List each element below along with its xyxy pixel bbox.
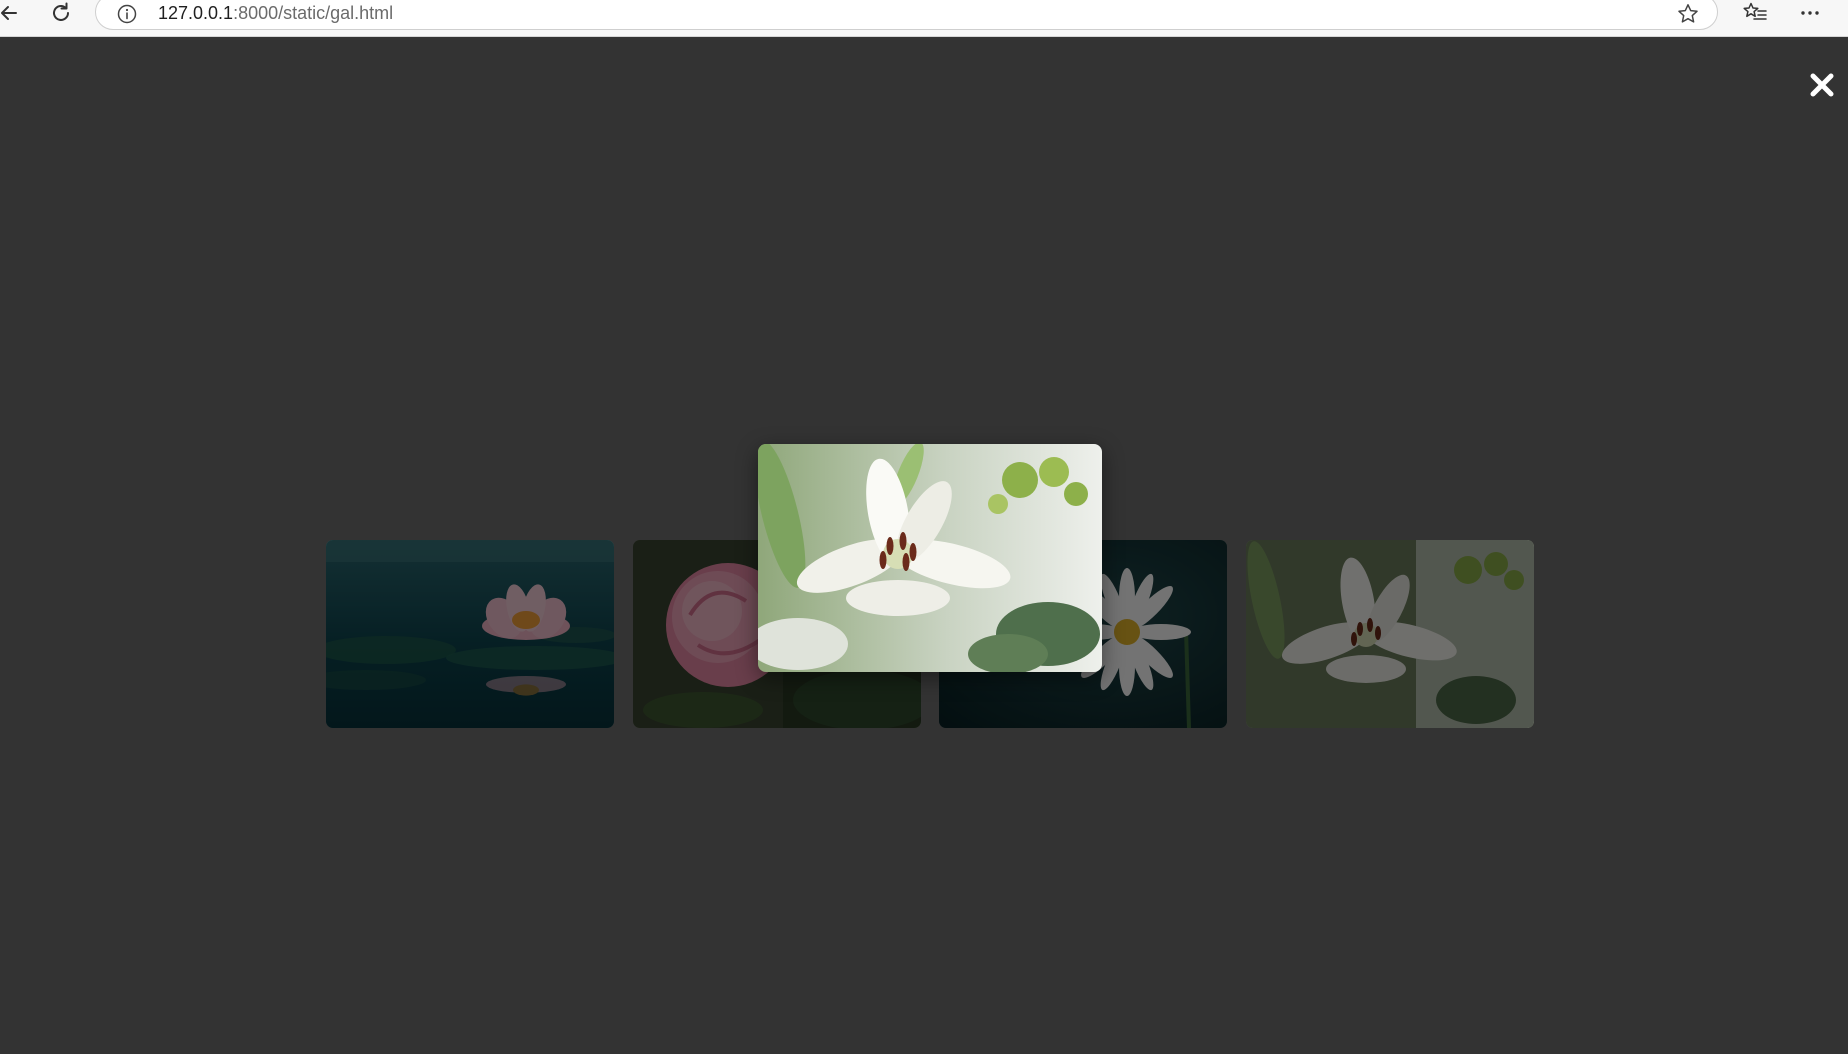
- back-arrow-icon: [0, 2, 20, 24]
- close-button[interactable]: [1808, 73, 1836, 101]
- address-bar[interactable]: 127.0.0.1:8000/static/gal.html: [95, 0, 1718, 30]
- gallery-lightbox: [0, 37, 1848, 1054]
- url-path: :8000/static/gal.html: [233, 3, 394, 23]
- url-text[interactable]: 127.0.0.1:8000/static/gal.html: [158, 3, 393, 23]
- featured-image-lily[interactable]: [758, 444, 1102, 672]
- back-button[interactable]: [0, 0, 26, 26]
- favorites-list-icon: [1742, 1, 1768, 25]
- close-x-icon: [1809, 72, 1835, 103]
- lily-photo-featured: [758, 444, 1102, 672]
- info-circle-icon[interactable]: [116, 3, 138, 25]
- favorites-button[interactable]: [1738, 0, 1772, 26]
- url-host: 127.0.0.1: [158, 3, 234, 23]
- star-outline-icon[interactable]: [1675, 1, 1701, 27]
- more-dots-icon: [1798, 1, 1822, 25]
- gallery-thumbnail-lily[interactable]: [1246, 540, 1534, 728]
- gallery-thumbnail-water-lily[interactable]: [326, 540, 614, 728]
- reload-icon: [49, 1, 73, 25]
- reload-button[interactable]: [44, 0, 78, 26]
- browser-toolbar: 127.0.0.1:8000/static/gal.html: [0, 0, 1848, 37]
- more-button[interactable]: [1793, 0, 1827, 26]
